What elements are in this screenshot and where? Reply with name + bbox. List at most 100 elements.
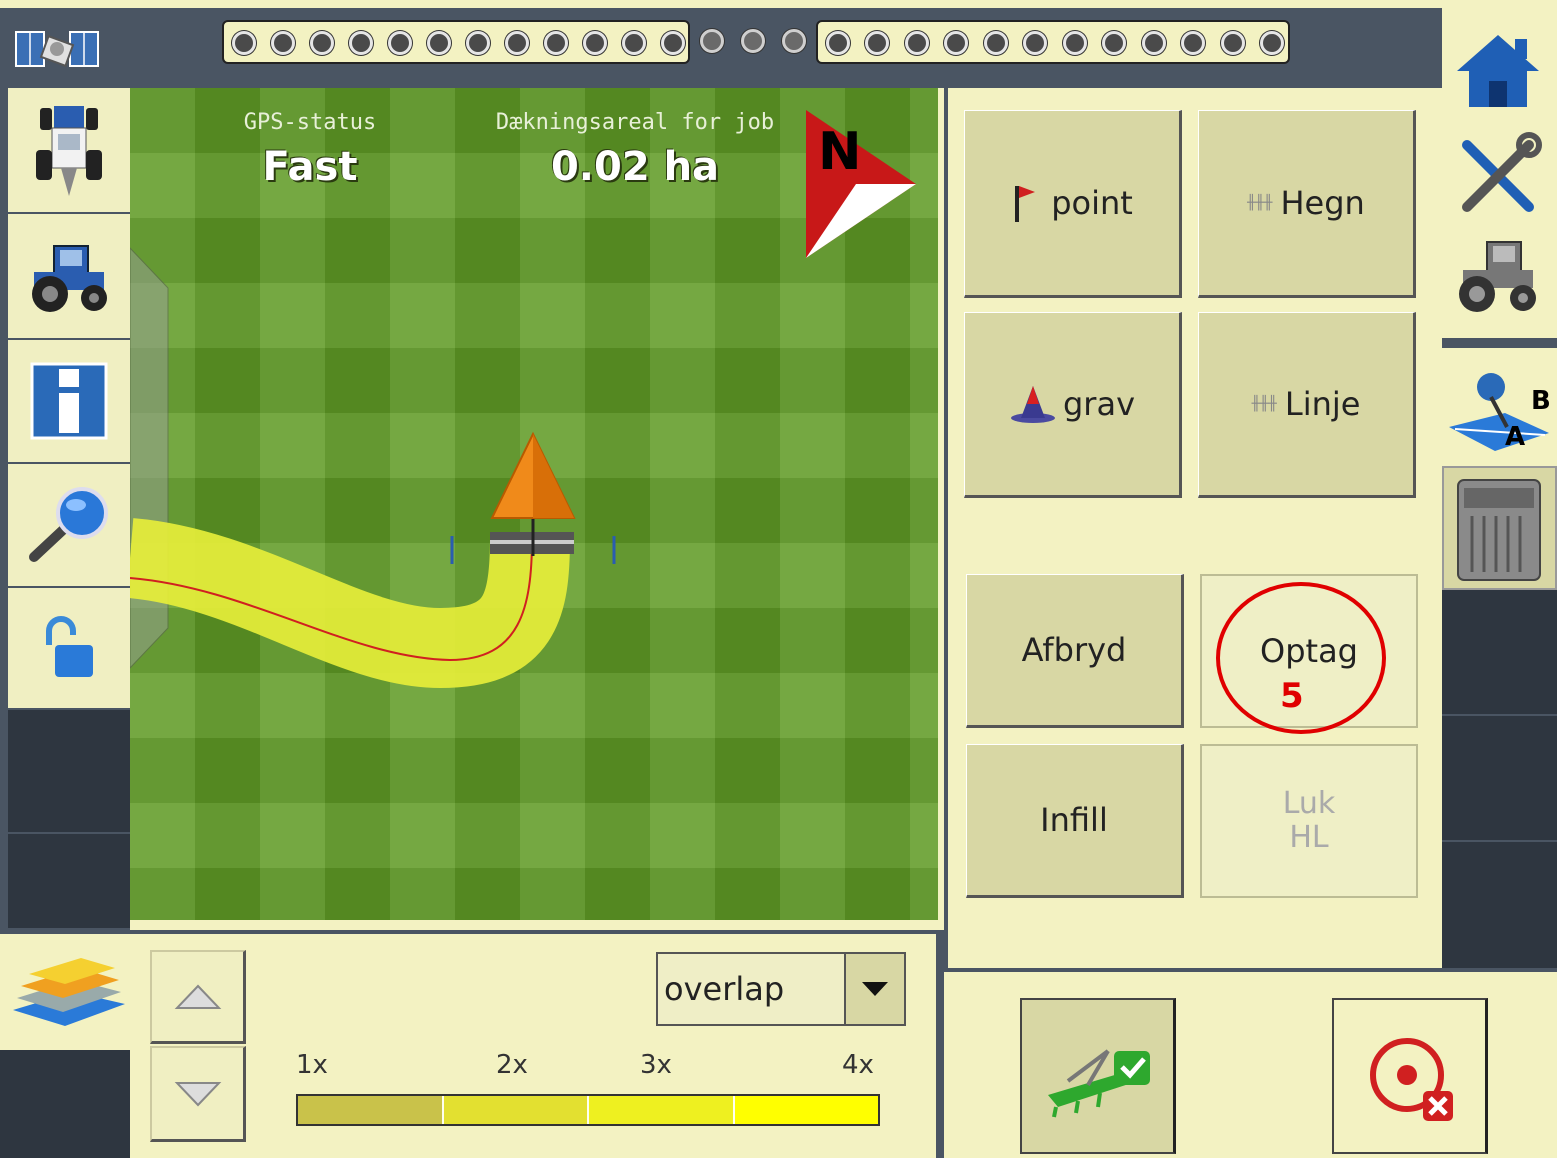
empty-slot-2: [8, 834, 130, 930]
annotation-number: 5: [1280, 676, 1304, 716]
info-button[interactable]: [8, 340, 130, 464]
top-edge: [0, 0, 1557, 8]
tractor-side-icon: [32, 245, 107, 312]
ab-line-icon: A B: [1448, 373, 1551, 452]
dropdown-value: overlap: [664, 970, 785, 1008]
line-icon: ╫╫╫: [1251, 396, 1277, 412]
section-indicator: [1063, 31, 1087, 55]
implement-confirm-button[interactable]: [1020, 998, 1176, 1154]
right-empty-2: [1442, 716, 1557, 842]
legend-swatch: [298, 1096, 442, 1124]
tractor-gray-icon: [1459, 241, 1536, 312]
controller-button[interactable]: [1442, 466, 1557, 590]
luk-label: Luk: [1282, 786, 1336, 821]
layers-button[interactable]: [8, 940, 130, 1046]
section-indicator: [1181, 31, 1205, 55]
cone-icon: [1010, 386, 1055, 423]
sprayer-check-icon: [1047, 1049, 1150, 1118]
coverage-label: Dækningsareal for job: [495, 110, 775, 135]
section-indicator: [544, 31, 568, 55]
section-indicator: [905, 31, 929, 55]
section-indicator: [232, 31, 256, 55]
section-indicator: [700, 29, 724, 53]
section-indicator: [583, 31, 607, 55]
bottom-divider: [936, 930, 944, 1158]
ab-label-a: A: [1505, 422, 1525, 452]
info-icon: [30, 362, 108, 440]
legend-swatch: [441, 1096, 587, 1124]
grav-button[interactable]: grav: [964, 312, 1182, 498]
home-button[interactable]: [1450, 28, 1546, 114]
infill-button[interactable]: Infill: [966, 744, 1184, 898]
gps-status-label: GPS-status: [243, 110, 377, 135]
afbryd-label: Afbryd: [1021, 631, 1127, 669]
section-indicator: [427, 31, 451, 55]
section-indicator: [1260, 31, 1284, 55]
point-label: point: [1051, 184, 1133, 222]
legend-label-1x: 1x: [296, 1050, 328, 1080]
hegn-label: Hegn: [1280, 184, 1365, 222]
ab-label-b: B: [1531, 386, 1551, 416]
right-empty-3: [1442, 842, 1557, 968]
settings-button[interactable]: [1450, 128, 1546, 224]
luk-hl-button: Luk HL: [1200, 744, 1418, 898]
linje-label: Linje: [1284, 385, 1361, 423]
bottom-empty-slot: [0, 1050, 130, 1158]
right-empty-1: [1442, 590, 1557, 716]
afbryd-button[interactable]: Afbryd: [966, 574, 1184, 728]
section-indicator: [1142, 31, 1166, 55]
field-map[interactable]: GPS-status Fast Dækningsareal for job 0.…: [130, 88, 938, 920]
right-divider: [1442, 338, 1557, 348]
lock-button[interactable]: [8, 588, 130, 710]
section-bar-left: [222, 20, 690, 64]
magnifier-icon: [29, 487, 108, 562]
legend-label-2x: 2x: [496, 1050, 528, 1080]
linje-button[interactable]: ╫╫╫ Linje: [1198, 312, 1416, 498]
map-layer: [130, 110, 916, 689]
tractor-view-button[interactable]: [8, 88, 130, 214]
hegn-button[interactable]: ╫╫╫ Hegn: [1198, 110, 1416, 298]
dropdown-arrow[interactable]: [844, 954, 904, 1024]
section-indicator: [865, 31, 889, 55]
top-right-edge: [1442, 0, 1557, 8]
scroll-up-button[interactable]: [150, 950, 246, 1044]
section-bar-middle: [692, 20, 814, 64]
flag-icon: [1015, 186, 1036, 222]
section-indicator: [310, 31, 334, 55]
scroll-down-button[interactable]: [150, 1046, 246, 1142]
point-button[interactable]: point: [964, 110, 1182, 298]
unlock-icon: [46, 616, 93, 677]
section-indicator: [944, 31, 968, 55]
gps-status-value: Fast: [262, 144, 358, 190]
legend-dropdown[interactable]: overlap: [656, 952, 906, 1026]
tractor-side-button[interactable]: [8, 214, 130, 340]
tools-icon: [1462, 132, 1542, 212]
coverage-path: [130, 518, 570, 689]
satellite-icon[interactable]: [14, 22, 100, 78]
infill-label: Infill: [1040, 801, 1108, 839]
north-label: N: [818, 122, 862, 182]
section-indicator: [271, 31, 295, 55]
section-bar-right: [816, 20, 1290, 64]
legend-swatch: [587, 1096, 733, 1124]
zoom-button[interactable]: [8, 464, 130, 588]
cancel-recording-button[interactable]: [1332, 998, 1488, 1154]
section-indicator: [826, 31, 850, 55]
section-indicator: [661, 31, 685, 55]
record-cancel-icon: [1369, 1038, 1453, 1121]
section-indicator: [1102, 31, 1126, 55]
chevron-up-icon: [174, 984, 221, 1009]
legend-color-bar: [296, 1094, 880, 1126]
section-indicator: [984, 31, 1008, 55]
section-indicator: [388, 31, 412, 55]
ecu-icon: [1457, 479, 1541, 581]
legend-label-3x: 3x: [640, 1050, 672, 1080]
section-indicator: [622, 31, 646, 55]
section-indicator: [1221, 31, 1245, 55]
ab-guidance-button[interactable]: A B: [1442, 348, 1557, 466]
section-indicator: [349, 31, 373, 55]
vehicle-button[interactable]: [1450, 228, 1546, 324]
section-indicator: [505, 31, 529, 55]
fence-icon: ╫╫╫: [1247, 195, 1273, 211]
section-indicator: [741, 29, 765, 53]
